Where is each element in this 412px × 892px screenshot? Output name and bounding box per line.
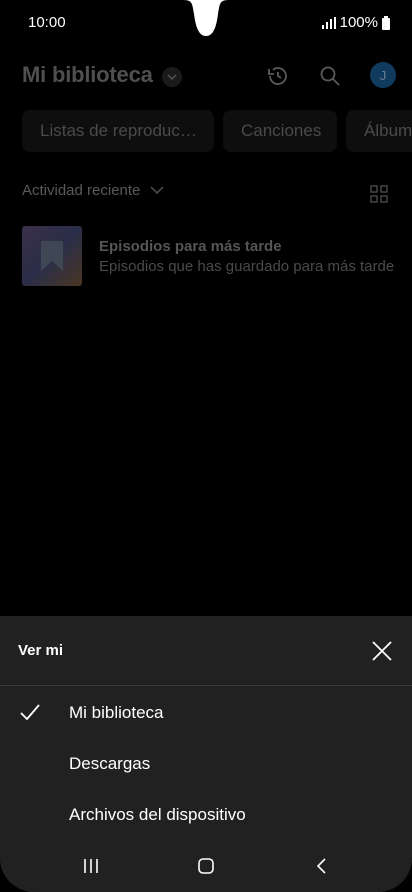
item-thumbnail — [22, 226, 82, 286]
page-title[interactable]: Mi biblioteca — [22, 62, 153, 88]
status-time: 10:00 — [28, 14, 66, 31]
recent-activity-label: Actividad reciente — [22, 182, 141, 199]
close-icon[interactable] — [371, 640, 393, 662]
chip-albums[interactable]: Álbum — [346, 110, 412, 152]
phone-screen: 10:00 100% Mi biblioteca J Listas de rep… — [0, 0, 412, 892]
title-dropdown-button[interactable] — [162, 67, 182, 87]
option-label: Archivos del dispositivo — [69, 805, 246, 824]
battery-icon — [382, 15, 390, 30]
item-subtitle: Episodios que has guardado para más tard… — [99, 258, 395, 275]
chevron-down-icon — [167, 74, 177, 80]
header: Mi biblioteca J — [22, 52, 412, 98]
option-label: Mi biblioteca — [69, 703, 164, 722]
back-button[interactable] — [310, 854, 334, 878]
battery-percent: 100% — [339, 14, 378, 31]
sheet-title: Ver mi — [18, 642, 64, 659]
filter-chips: Listas de reproduc… Canciones Álbum — [22, 110, 412, 152]
search-icon[interactable] — [318, 64, 342, 88]
option-my-library[interactable]: Mi biblioteca — [0, 688, 412, 738]
signal-icon — [321, 16, 336, 29]
status-right: 100% — [321, 14, 390, 31]
chip-playlists[interactable]: Listas de reproduc… — [22, 110, 214, 152]
sheet-header: Ver mi — [0, 616, 412, 686]
grid-view-icon[interactable] — [370, 185, 388, 203]
home-icon — [198, 858, 214, 874]
system-nav-bar — [0, 840, 412, 892]
camera-notch — [182, 0, 230, 36]
recent-apps-icon — [84, 859, 98, 873]
option-downloads[interactable]: Descargas — [0, 739, 412, 789]
check-icon — [20, 704, 40, 721]
chevron-down-icon — [150, 186, 164, 195]
avatar[interactable]: J — [370, 62, 396, 88]
recent-apps-button[interactable] — [79, 854, 103, 878]
history-icon[interactable] — [266, 64, 290, 88]
bookmark-icon — [41, 241, 63, 271]
chip-songs[interactable]: Canciones — [223, 110, 337, 152]
option-device-files[interactable]: Archivos del dispositivo — [0, 790, 412, 840]
item-title: Episodios para más tarde — [99, 238, 282, 255]
library-item[interactable]: Episodios para más tarde Episodios que h… — [22, 226, 412, 286]
recent-activity-sort[interactable]: Actividad reciente — [22, 182, 164, 199]
home-button[interactable] — [194, 854, 218, 878]
option-label: Descargas — [69, 754, 151, 773]
back-icon — [316, 858, 326, 874]
